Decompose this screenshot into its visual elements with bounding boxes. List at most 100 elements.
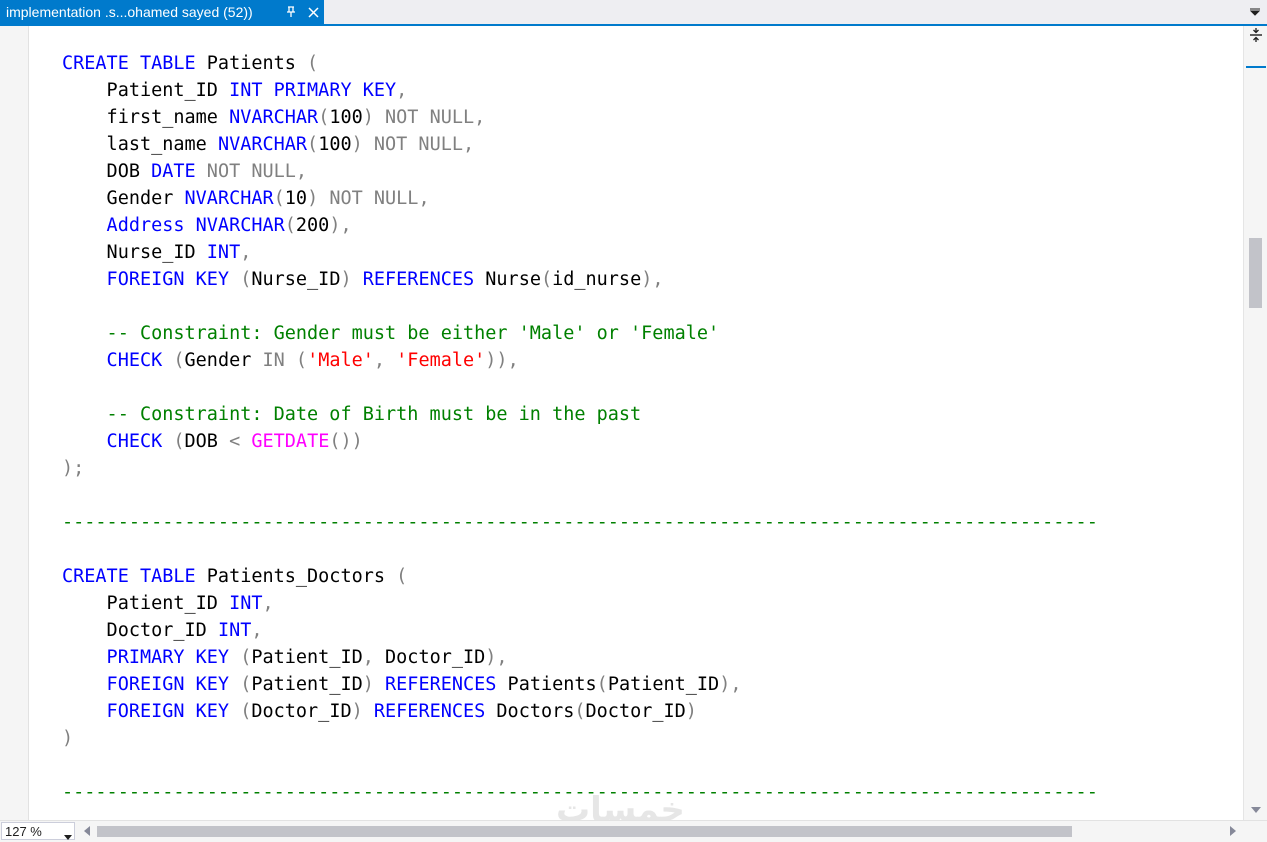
code-token: FOREIGN KEY <box>62 269 241 290</box>
code-line[interactable] <box>62 293 1098 320</box>
code-token: ( <box>596 674 608 695</box>
code-token: Patients <box>195 53 308 74</box>
code-token: ( <box>307 134 319 155</box>
code-token: ( <box>307 53 319 74</box>
code-line[interactable]: FOREIGN KEY (Doctor_ID) REFERENCES Docto… <box>62 698 1098 725</box>
code-line[interactable]: ); <box>62 455 1098 482</box>
code-token: ( <box>240 269 252 290</box>
code-line[interactable]: Nurse_ID INT, <box>62 239 1098 266</box>
code-token: CHECK <box>62 431 174 452</box>
code-line[interactable]: CREATE TABLE Patients ( <box>62 50 1098 77</box>
code-token: Patient_ID <box>62 80 230 101</box>
code-token: DATE <box>151 161 196 182</box>
sql-editor-window: implementation .s...ohamed sayed (52)) C… <box>0 0 1267 842</box>
code-line[interactable]: ----------------------------------------… <box>62 509 1098 536</box>
code-token: Nurse <box>474 269 541 290</box>
zoom-value: 127 % <box>5 823 42 839</box>
code-token: Patient_ID <box>251 674 363 695</box>
code-token: Gender <box>62 188 185 209</box>
code-token: Doctors <box>485 701 575 722</box>
code-line[interactable]: Patient_ID INT PRIMARY KEY, <box>62 77 1098 104</box>
code-token: -- Constraint: Gender must be either 'Ma… <box>62 323 720 344</box>
code-token: 'Male' <box>307 350 374 371</box>
code-token: ), <box>329 215 352 236</box>
code-token: last_name <box>62 134 218 155</box>
scroll-down-arrow-icon[interactable] <box>1249 804 1263 816</box>
scroll-left-arrow-icon[interactable] <box>82 825 92 837</box>
code-line[interactable]: DOB DATE NOT NULL, <box>62 158 1098 185</box>
tab-overflow-dropdown-icon[interactable] <box>1247 2 1263 22</box>
code-token: NVARCHAR <box>229 107 319 128</box>
split-window-icon[interactable] <box>1246 26 1266 44</box>
code-token: Doctor_ID <box>251 701 352 722</box>
code-token: ), <box>485 647 508 668</box>
code-token: NOT NULL, <box>195 161 308 182</box>
code-line[interactable]: CREATE TABLE Patients_Doctors ( <box>62 563 1098 590</box>
code-line[interactable]: FOREIGN KEY (Nurse_ID) REFERENCES Nurse(… <box>62 266 1098 293</box>
code-line[interactable]: Gender NVARCHAR(10) NOT NULL, <box>62 185 1098 212</box>
code-token: ) NOT NULL, <box>362 107 486 128</box>
code-token: ( <box>173 350 185 371</box>
chevron-down-icon[interactable] <box>64 828 72 842</box>
code-line[interactable]: Doctor_ID INT, <box>62 617 1098 644</box>
code-line[interactable]: -- Constraint: Gender must be either 'Ma… <box>62 320 1098 347</box>
scroll-right-arrow-icon[interactable] <box>1228 825 1238 837</box>
code-token: , <box>262 593 274 614</box>
code-token: ( <box>284 215 296 236</box>
code-line[interactable] <box>62 752 1098 779</box>
code-line[interactable]: first_name NVARCHAR(100) NOT NULL, <box>62 104 1098 131</box>
code-token: ) <box>685 701 697 722</box>
code-line[interactable] <box>62 374 1098 401</box>
code-token: Address NVARCHAR <box>62 215 285 236</box>
vertical-scroll-thumb[interactable] <box>1249 238 1262 308</box>
code-line[interactable]: CHECK (Gender IN ('Male', 'Female')), <box>62 347 1098 374</box>
code-token: -- Constraint: Date of Birth must be in … <box>62 404 642 425</box>
editor-bottom-bar: 127 % <box>0 820 1267 842</box>
code-token: ) NOT NULL, <box>307 188 430 209</box>
zoom-dropdown[interactable]: 127 % <box>1 822 75 840</box>
code-token: CHECK <box>62 350 174 371</box>
code-token: FOREIGN KEY <box>62 674 241 695</box>
code-token: , <box>240 242 252 263</box>
code-token: Patients <box>496 674 597 695</box>
code-token: 100 <box>329 107 363 128</box>
code-token: NVARCHAR <box>184 188 274 209</box>
code-token: 'Female' <box>396 350 486 371</box>
code-line[interactable]: CHECK (DOB < GETDATE()) <box>62 428 1098 455</box>
editor-margin <box>0 26 29 820</box>
code-token: ----------------------------------------… <box>62 512 1098 533</box>
code-line[interactable] <box>62 536 1098 563</box>
vertical-scrollbar[interactable] <box>1243 26 1267 820</box>
code-token: ( <box>240 647 252 668</box>
code-token: PRIMARY KEY <box>62 647 241 668</box>
code-line[interactable]: Address NVARCHAR(200), <box>62 212 1098 239</box>
code-token: ( <box>173 431 185 452</box>
code-token: Nurse_ID <box>62 242 207 263</box>
code-editor[interactable]: CREATE TABLE Patients ( Patient_ID INT P… <box>0 26 1243 820</box>
code-token: id_nurse <box>552 269 642 290</box>
code-line[interactable]: last_name NVARCHAR(100) NOT NULL, <box>62 131 1098 158</box>
code-token: ), <box>719 674 742 695</box>
code-token: Doctor_ID <box>62 620 218 641</box>
code-token: ) NOT NULL, <box>351 134 475 155</box>
code-line[interactable] <box>62 482 1098 509</box>
code-token: ) <box>62 728 74 749</box>
horizontal-scroll-thumb[interactable] <box>97 826 1072 837</box>
document-tab[interactable]: implementation .s...ohamed sayed (52)) <box>0 0 324 24</box>
code-token: 100 <box>318 134 352 155</box>
code-token: DOB <box>62 161 152 182</box>
code-line[interactable]: Patient_ID INT, <box>62 590 1098 617</box>
code-token: INT <box>206 242 241 263</box>
document-tab-strip: implementation .s...ohamed sayed (52)) <box>0 0 1267 24</box>
pin-icon[interactable] <box>280 1 302 23</box>
code-text[interactable]: CREATE TABLE Patients ( Patient_ID INT P… <box>62 50 1098 806</box>
code-token: ( <box>540 269 553 290</box>
code-token: ( <box>240 674 252 695</box>
code-line[interactable]: FOREIGN KEY (Patient_ID) REFERENCES Pati… <box>62 671 1098 698</box>
code-line[interactable]: ) <box>62 725 1098 752</box>
code-token: IN ( <box>262 350 308 371</box>
code-token: ), <box>641 269 664 290</box>
code-line[interactable]: -- Constraint: Date of Birth must be in … <box>62 401 1098 428</box>
close-icon[interactable] <box>302 1 324 23</box>
code-line[interactable]: PRIMARY KEY (Patient_ID, Doctor_ID), <box>62 644 1098 671</box>
